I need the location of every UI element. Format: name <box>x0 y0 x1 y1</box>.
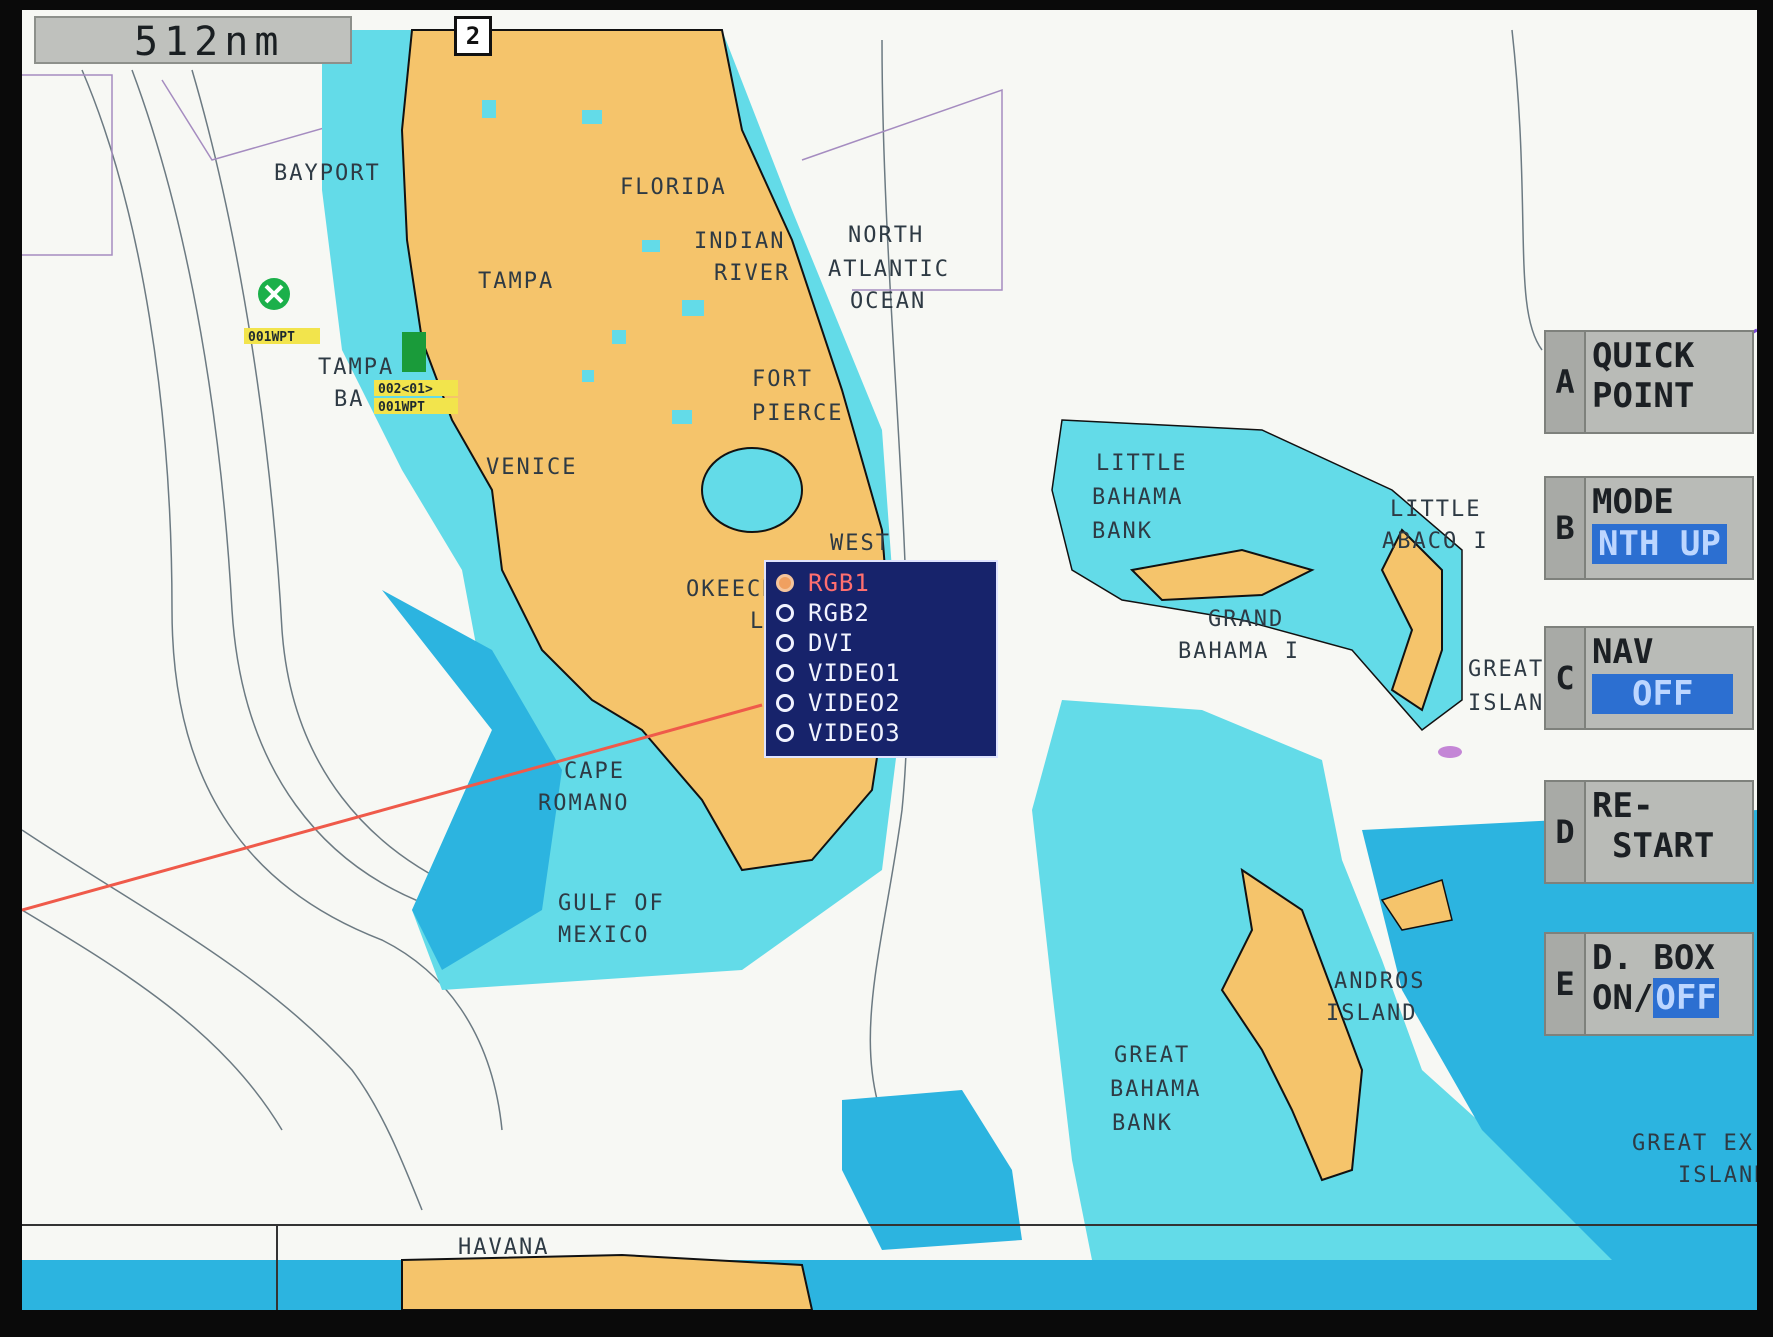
softkey-letter: B <box>1546 478 1586 578</box>
radio-icon[interactable] <box>776 664 794 682</box>
softkey-label: NAV <box>1592 632 1654 672</box>
softkey-label: D. BOX <box>1592 938 1715 978</box>
label-great-ex-1: GREAT EX <box>1632 1131 1754 1156</box>
range-display: 512nm <box>34 16 352 65</box>
softkey-value: OFF <box>1592 674 1734 714</box>
label-great-bahama-1: GREAT <box>1114 1043 1190 1068</box>
softkey-letter: E <box>1546 934 1586 1034</box>
label-venice: VENICE <box>486 455 577 480</box>
label-atlantic: ATLANTIC <box>828 257 950 282</box>
softkey-option-off: OFF <box>1653 978 1719 1018</box>
source-option-video3[interactable]: VIDEO3 <box>776 718 996 748</box>
softkey-data-box[interactable]: E D. BOX ON/OFF <box>1544 932 1754 1036</box>
waypoint-label-2: 002<01> <box>378 382 433 397</box>
label-romano: ROMANO <box>538 791 629 816</box>
label-little-bahama-2: BAHAMA <box>1092 485 1183 510</box>
waypoint-label-3: 001WPT <box>378 400 425 415</box>
source-option-dvi[interactable]: DVI <box>776 628 996 658</box>
label-grand-2: BAHAMA I <box>1178 639 1300 664</box>
label-little-abaco-2: ABACO I <box>1382 529 1489 554</box>
softkey-label: START <box>1612 826 1715 866</box>
radio-icon[interactable] <box>776 694 794 712</box>
radio-selected-icon[interactable] <box>776 574 794 592</box>
softkey-label: RE- <box>1592 786 1654 826</box>
radio-icon[interactable] <box>776 604 794 622</box>
label-great-bahama-2: BAHAMA <box>1110 1077 1201 1102</box>
shelf-cuba <box>22 1260 1757 1310</box>
label-west: WEST <box>830 531 891 556</box>
waypoint-x-icon <box>258 278 290 310</box>
label-andros-1: ANDROS <box>1334 969 1425 994</box>
label-north: NORTH <box>848 223 924 248</box>
label-great-ex-2: ISLAND <box>1678 1163 1757 1188</box>
softkey-label: QUICK <box>1592 336 1695 376</box>
label-mexico: MEXICO <box>558 923 649 948</box>
north-indicator-value: 2 <box>465 22 481 50</box>
tampa-marker <box>402 332 426 372</box>
waypoint-label-1: 001WPT <box>248 330 295 345</box>
softkey-mode[interactable]: B MODE NTH UP <box>1544 476 1754 580</box>
vessel-icon <box>1438 746 1462 758</box>
label-cape: CAPE <box>564 759 625 784</box>
softkey-label: MODE <box>1592 482 1674 522</box>
label-ocean: OCEAN <box>850 289 926 314</box>
softkey-letter: D <box>1546 782 1586 882</box>
source-option-label: VIDEO3 <box>808 719 901 747</box>
label-fort: FORT <box>752 367 813 392</box>
softkey-option-on: ON/ <box>1592 978 1654 1018</box>
input-source-menu: RGB1 RGB2 DVI VIDEO1 VIDEO2 VIDEO3 <box>764 560 998 758</box>
lake-okeechobee <box>701 447 803 533</box>
radio-icon[interactable] <box>776 634 794 652</box>
source-option-rgb1[interactable]: RGB1 <box>776 568 996 598</box>
label-indian: INDIAN <box>694 229 785 254</box>
radio-icon[interactable] <box>776 724 794 742</box>
source-option-label: VIDEO1 <box>808 659 901 687</box>
softkey-letter: C <box>1546 628 1586 728</box>
label-tampa-bay-1: TAMPA <box>318 355 394 380</box>
label-tampa: TAMPA <box>478 269 554 294</box>
label-river: RIVER <box>714 261 790 286</box>
source-option-label: RGB2 <box>808 599 870 627</box>
label-gulf-of: GULF OF <box>558 891 665 916</box>
source-option-label: RGB1 <box>808 569 870 597</box>
label-little-bahama-3: BANK <box>1092 519 1153 544</box>
source-option-video1[interactable]: VIDEO1 <box>776 658 996 688</box>
label-pierce: PIERCE <box>752 401 843 426</box>
softkey-label: POINT <box>1592 376 1695 416</box>
softkey-value: NTH UP <box>1592 524 1727 564</box>
softkey-nav[interactable]: C NAV OFF <box>1544 626 1754 730</box>
label-little-abaco-1: LITTLE <box>1390 497 1481 522</box>
label-little-bahama-1: LITTLE <box>1096 451 1187 476</box>
softkey-letter: A <box>1546 332 1586 432</box>
land-cuba <box>401 1253 814 1310</box>
chart-screen: BAYPORT FLORIDA INDIAN RIVER NORTH ATLAN… <box>22 10 1757 1310</box>
source-option-rgb2[interactable]: RGB2 <box>776 598 996 628</box>
label-great-bahama-3: BANK <box>1112 1111 1173 1136</box>
label-florida: FLORIDA <box>620 175 727 200</box>
label-havana: HAVANA <box>458 1235 549 1260</box>
label-bayport: BAYPORT <box>274 161 381 186</box>
source-option-label: VIDEO2 <box>808 689 901 717</box>
softkey-quick-point[interactable]: A QUICK POINT <box>1544 330 1754 434</box>
range-value: 512nm <box>134 19 285 65</box>
source-option-video2[interactable]: VIDEO2 <box>776 688 996 718</box>
label-tampa-bay-2: BA <box>334 387 365 412</box>
label-grand-1: GRAND <box>1208 607 1284 632</box>
label-andros-2: ISLAND <box>1326 1001 1417 1026</box>
softkey-restart[interactable]: D RE- START <box>1544 780 1754 884</box>
north-up-icon: 2 <box>454 16 492 56</box>
source-option-label: DVI <box>808 629 855 657</box>
